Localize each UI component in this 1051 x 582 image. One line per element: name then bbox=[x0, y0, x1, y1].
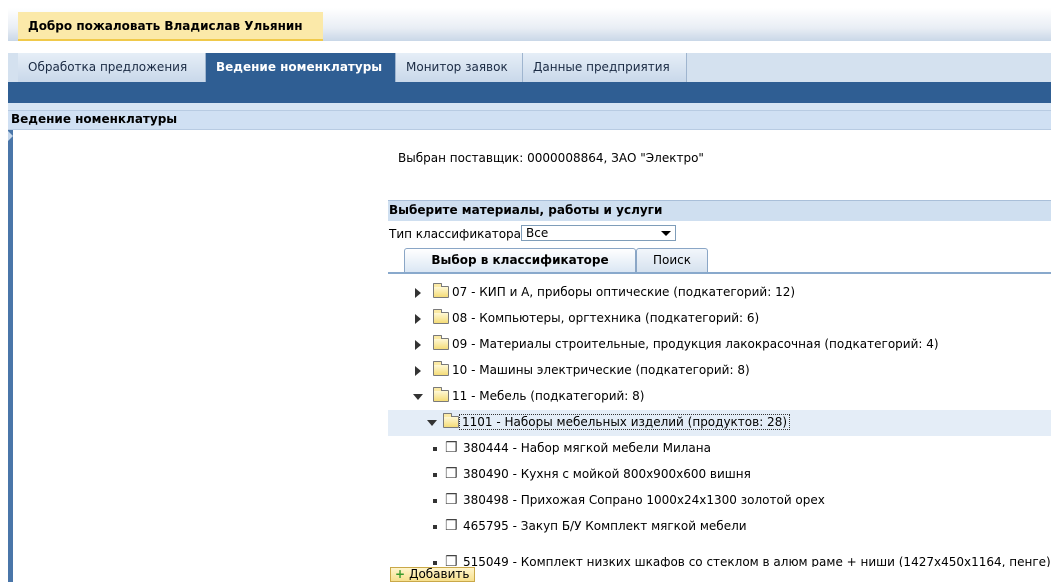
product-icon: ❒ bbox=[445, 518, 458, 534]
tree-row-category[interactable]: 08 - Компьютеры, оргтехника (подкатегори… bbox=[388, 306, 1051, 332]
classifier-type-label: Тип классификатора: bbox=[389, 227, 526, 241]
bullet-icon bbox=[433, 561, 437, 565]
tree-row-category[interactable]: 07 - КИП и А, приборы оптические (подкат… bbox=[388, 280, 1051, 306]
triangle-right-icon[interactable] bbox=[415, 314, 421, 324]
tree-row-product[interactable]: ❒ 515049 - Комплект низких шкафов со сте… bbox=[388, 550, 1051, 567]
header-bar: Добро пожаловать Владислав Ульянин bbox=[8, 8, 1051, 41]
separator bbox=[8, 103, 1051, 110]
tree-row-product[interactable]: ❒ 380498 - Прихожая Сопрано 1000x24x1300… bbox=[388, 488, 1051, 514]
tree-row-product[interactable]: ❒ 465795 - Закуп Б/У Комплект мягкой меб… bbox=[388, 514, 1051, 540]
tree-row-product[interactable]: ❒ 380444 - Набор мягкой мебели Милана bbox=[388, 436, 1051, 462]
tree-node-label[interactable]: 515049 - Комплект низких шкафов со стекл… bbox=[463, 555, 1051, 567]
navigation-panel-toggle[interactable] bbox=[8, 130, 13, 582]
add-button[interactable]: + Добавить bbox=[390, 567, 476, 582]
product-icon: ❒ bbox=[445, 554, 458, 567]
action-bar: + Добавить bbox=[388, 567, 1051, 582]
page-title: Ведение номенклатуры bbox=[11, 112, 178, 126]
tab-request-monitor[interactable]: Монитор заявок bbox=[396, 53, 523, 82]
triangle-right-icon[interactable] bbox=[415, 288, 421, 298]
tab-company-data[interactable]: Данные предприятия bbox=[523, 53, 687, 82]
classifier-type-select[interactable]: Все bbox=[521, 225, 676, 241]
tree-row-category[interactable]: 10 - Машины электрические (подкатегорий:… bbox=[388, 358, 1051, 384]
triangle-right-icon[interactable] bbox=[415, 340, 421, 350]
section-title-bar: Ведение номенклатуры bbox=[8, 110, 1051, 130]
bullet-icon bbox=[433, 499, 437, 503]
tree-node-label[interactable]: 07 - КИП и А, приборы оптические (подкат… bbox=[452, 285, 795, 299]
app-window: Добро пожаловать Владислав Ульянин Обраб… bbox=[8, 8, 1051, 582]
plus-icon: + bbox=[395, 567, 406, 581]
chevron-down-icon bbox=[661, 231, 671, 236]
product-icon: ❒ bbox=[445, 466, 458, 482]
folder-icon bbox=[433, 335, 449, 350]
add-button-label: Добавить bbox=[409, 567, 470, 581]
main-tabs: Обработка предложения Ведение номенклату… bbox=[8, 53, 1051, 82]
tree-row-subcategory[interactable]: 1101 - Наборы мебельных изделий (продукт… bbox=[388, 410, 1051, 436]
tab-search[interactable]: Поиск bbox=[636, 248, 708, 272]
tree-row-category[interactable]: 11 - Мебель (подкатегорий: 8) bbox=[388, 384, 1051, 410]
classifier-type-value: Все bbox=[526, 226, 549, 240]
tree-node-label[interactable]: 380498 - Прихожая Сопрано 1000x24x1300 з… bbox=[463, 493, 825, 507]
folder-icon bbox=[433, 309, 449, 324]
bullet-icon bbox=[433, 473, 437, 477]
folder-icon bbox=[433, 283, 449, 298]
tree-node-label[interactable]: 11 - Мебель (подкатегорий: 8) bbox=[452, 389, 644, 403]
tree-row-product[interactable]: ❒ 380490 - Кухня с мойкой 800x900x600 ви… bbox=[388, 462, 1051, 488]
bullet-icon bbox=[433, 447, 437, 451]
tree-node-label[interactable]: 10 - Машины электрические (подкатегорий:… bbox=[452, 363, 750, 377]
tab-classifier-selection[interactable]: Выбор в классификаторе bbox=[404, 248, 636, 272]
panel-header: Выберите материалы, работы и услуги bbox=[388, 200, 1051, 221]
triangle-right-icon[interactable] bbox=[415, 366, 421, 376]
product-icon: ❒ bbox=[445, 440, 458, 456]
folder-icon bbox=[443, 413, 459, 428]
classifier-tree: 07 - КИП и А, приборы оптические (подкат… bbox=[388, 274, 1051, 567]
folder-icon bbox=[433, 387, 449, 402]
tab-offer-processing[interactable]: Обработка предложения bbox=[18, 53, 206, 82]
welcome-box: Добро пожаловать Владислав Ульянин bbox=[18, 12, 323, 41]
folder-icon bbox=[433, 361, 449, 376]
bullet-icon bbox=[433, 525, 437, 529]
product-icon: ❒ bbox=[445, 492, 458, 508]
tree-node-label[interactable]: 09 - Материалы строительные, продукция л… bbox=[452, 337, 939, 351]
tree-node-label[interactable]: 380490 - Кухня с мойкой 800x900x600 вишн… bbox=[463, 467, 751, 481]
triangle-down-icon[interactable] bbox=[413, 394, 423, 400]
selected-supplier-text: Выбран поставщик: 0000008864, ЗАО "Элект… bbox=[398, 151, 704, 165]
tree-node-label[interactable]: 08 - Компьютеры, оргтехника (подкатегори… bbox=[452, 311, 759, 325]
tree-node-label[interactable]: 465795 - Закуп Б/У Комплект мягкой мебел… bbox=[463, 519, 747, 533]
expand-arrow-icon bbox=[8, 131, 13, 141]
nav-strip bbox=[8, 82, 1051, 103]
tab-nomenclature[interactable]: Ведение номенклатуры bbox=[206, 53, 396, 82]
tree-node-label[interactable]: 380444 - Набор мягкой мебели Милана bbox=[463, 441, 711, 455]
tree-row-category[interactable]: 09 - Материалы строительные, продукция л… bbox=[388, 332, 1051, 358]
welcome-text: Добро пожаловать Владислав Ульянин bbox=[28, 19, 303, 33]
content-tabstrip: Выбор в классификаторе Поиск bbox=[388, 246, 1051, 274]
panel-title: Выберите материалы, работы и услуги bbox=[389, 203, 663, 217]
triangle-down-icon[interactable] bbox=[427, 420, 437, 426]
tree-node-label[interactable]: 1101 - Наборы мебельных изделий (продукт… bbox=[459, 414, 791, 430]
